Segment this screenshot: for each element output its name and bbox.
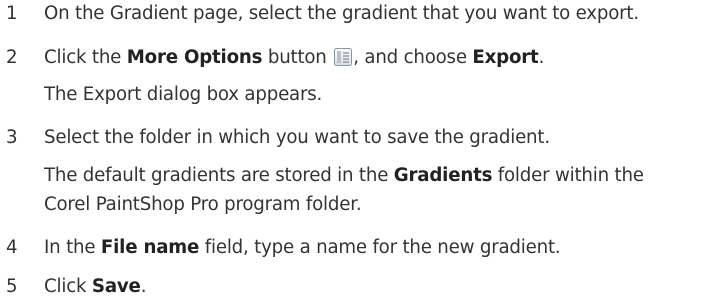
step-text: Click the More Options button , and choo… [44,46,544,70]
step-number: 2 [6,47,18,68]
step-number: 4 [6,237,18,258]
step-text: On the Gradient page, select the gradien… [44,3,639,24]
step-result-text: The Export dialog box appears. [44,84,323,105]
step-text-part: In the [44,237,101,258]
file-name-label: File name [100,237,200,258]
step-number: 5 [6,276,18,297]
step-number: 3 [6,127,18,148]
step-number: 1 [6,3,18,24]
step-text-part: button [262,47,333,68]
step-text-part: field, type a name for the new gradient. [199,237,561,258]
step-note-text: Corel PaintShop Pro program folder. [44,194,362,215]
more-options-label: More Options [126,47,263,68]
more-options-icon [334,48,353,66]
step-text: Select the folder in which you want to s… [44,127,550,148]
step-text-part: folder within the [492,165,644,186]
export-label: Export [472,47,539,68]
step-text-part: Click [44,276,92,297]
step-text-part: The default gradients are stored in the [44,165,394,186]
step-note-text: The default gradients are stored in the … [44,164,644,188]
step-text-part: , and choose [353,47,473,68]
step-text: Click Save. [44,275,146,299]
save-label: Save [91,276,141,297]
procedure-steps: 1 On the Gradient page, select the gradi… [0,0,721,305]
step-text-part: . [140,276,147,297]
step-text: In the File name field, type a name for … [44,236,561,260]
step-text-part: Click the [44,47,127,68]
step-text-part: . [538,47,545,68]
gradients-folder-label: Gradients [393,165,493,186]
